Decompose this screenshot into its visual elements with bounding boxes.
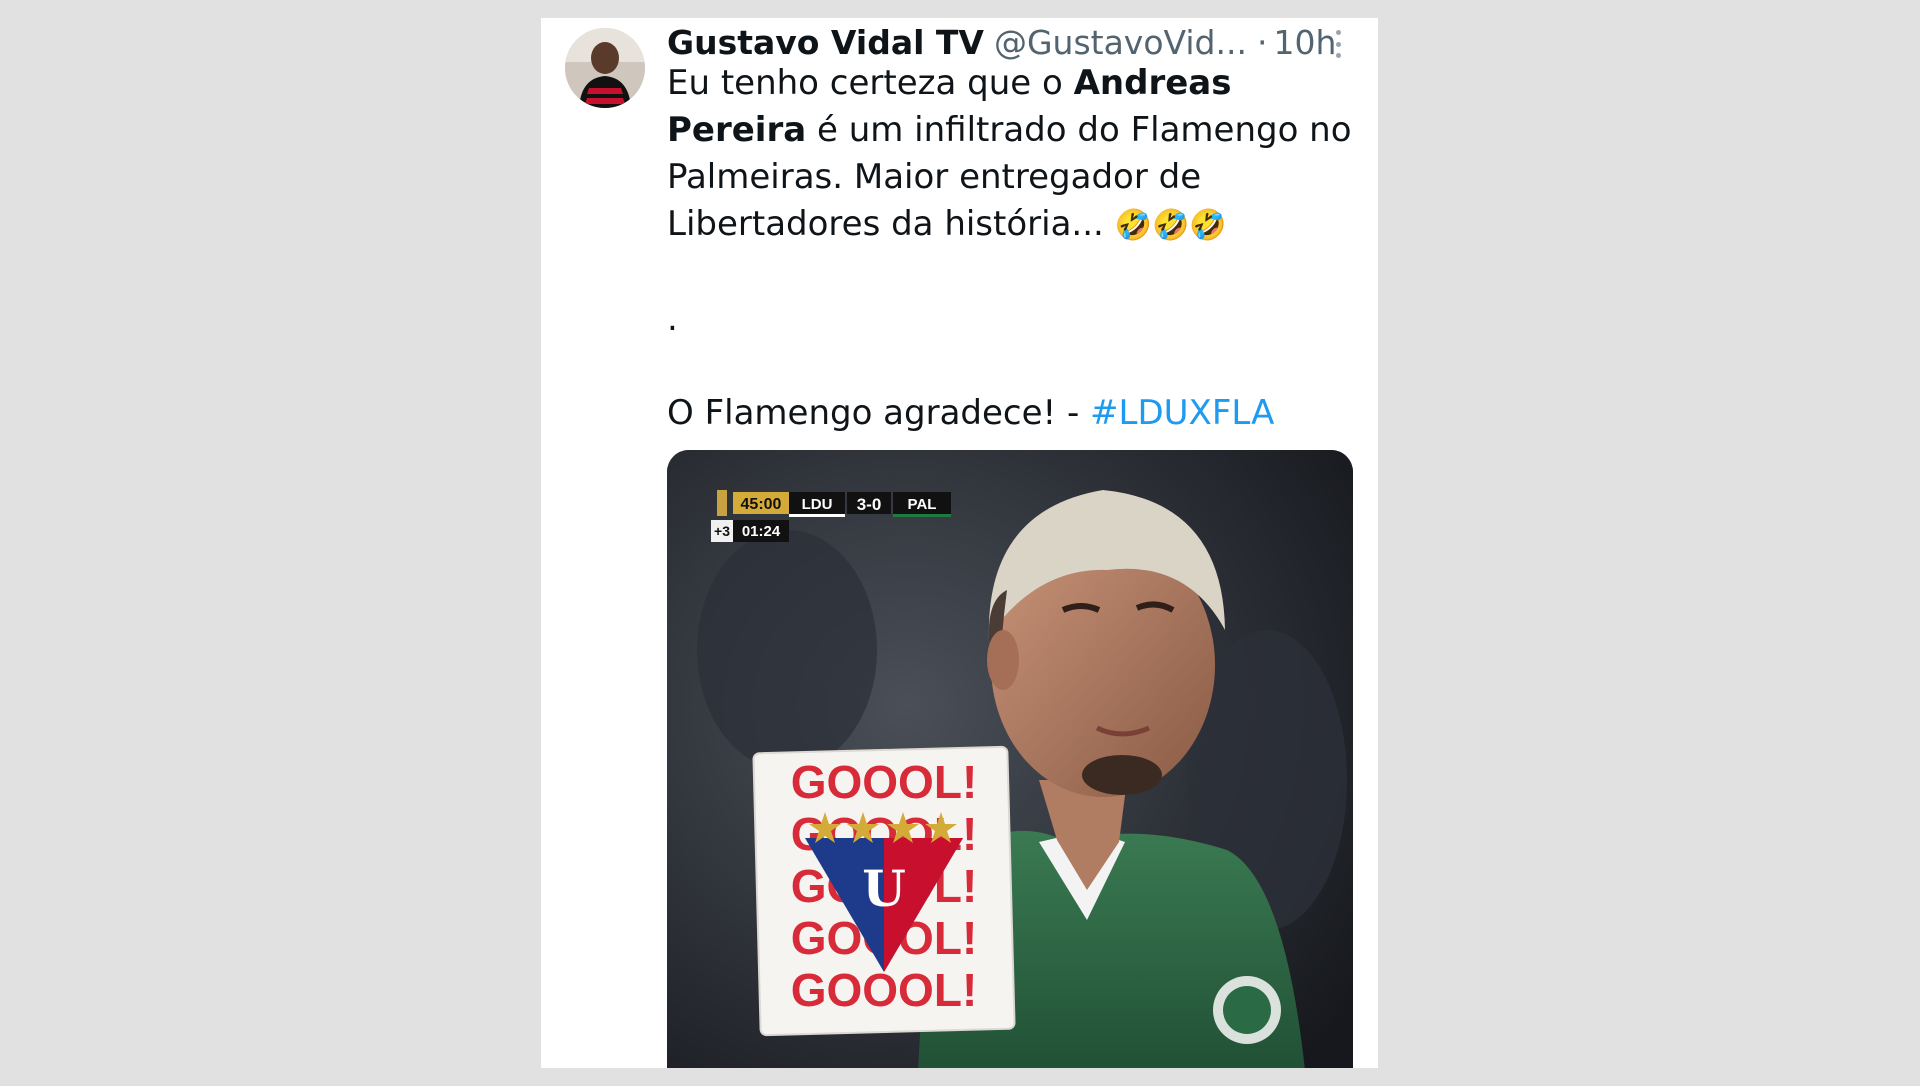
ldu-logo-letter: U bbox=[862, 859, 906, 918]
avatar[interactable] bbox=[565, 28, 645, 108]
tweet-text-part: O Flamengo agradece! - bbox=[667, 393, 1091, 433]
scoreboard-added-time: +3 bbox=[714, 523, 730, 539]
tweet-paragraph: Eu tenho certeza que o Andreas Pereira é… bbox=[667, 60, 1357, 249]
tweet-dot-line: . bbox=[667, 299, 678, 339]
match-photo: 45:00 LDU 3-0 PAL +3 01:24 GOOOL! GOOOL!… bbox=[667, 450, 1353, 1068]
laughing-emoji-icon: 🤣🤣🤣 bbox=[1114, 208, 1227, 243]
scoreboard-away: PAL bbox=[908, 496, 937, 513]
scoreboard-time: 45:00 bbox=[741, 496, 782, 513]
tweet-card[interactable]: Gustavo Vidal TV @GustavoVid... · 10h Eu… bbox=[541, 18, 1378, 1068]
scoreboard-home: LDU bbox=[802, 496, 833, 513]
tweet-media-image[interactable]: 45:00 LDU 3-0 PAL +3 01:24 GOOOL! GOOOL!… bbox=[667, 450, 1353, 1068]
tweet-closing-line: O Flamengo agradece! - #LDUXFLA bbox=[667, 390, 1357, 437]
sticker-goal-text: GOOOL! bbox=[791, 756, 978, 808]
hashtag-link[interactable]: #LDUXFLA bbox=[1090, 393, 1274, 433]
scoreboard-score: 3-0 bbox=[857, 495, 882, 514]
avatar-image bbox=[565, 28, 645, 108]
goal-sticker: GOOOL! GOOOL! GOOOL! GOOOL! GOOOL! U bbox=[752, 745, 1016, 1037]
tweet-text-part: Eu tenho certeza que o bbox=[667, 63, 1074, 103]
scoreboard-extra-clock: 01:24 bbox=[742, 523, 781, 540]
tweet-text: Eu tenho certeza que o Andreas Pereira é… bbox=[667, 60, 1357, 437]
more-options-icon[interactable] bbox=[1334, 30, 1342, 58]
